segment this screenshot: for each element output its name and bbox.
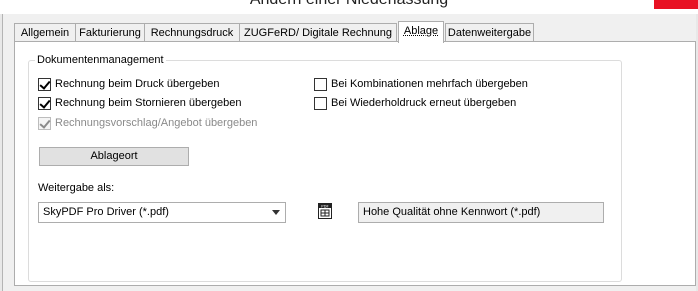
tab-datenweitergabe[interactable]: Datenweitergabe — [445, 23, 534, 42]
checkbox-row-vorschlag: Rechnungsvorschlag/Angebot übergeben — [38, 116, 257, 130]
checkbox-stornieren-label: Rechnung beim Stornieren übergeben — [55, 97, 242, 109]
group-title: Dokumentenmanagement — [35, 54, 166, 66]
ablageort-button[interactable]: Ablageort — [39, 147, 189, 166]
pdf-driver-select[interactable]: SkyPDF Pro Driver (*.pdf) — [38, 202, 286, 223]
pdf-driver-select-value: SkyPDF Pro Driver (*.pdf) — [43, 206, 169, 218]
svg-text:PDF: PDF — [321, 203, 328, 208]
title-bar: Ändern einer Niederlassung — [0, 0, 698, 14]
window-left-edge — [0, 14, 3, 291]
checkbox-kombinationen[interactable] — [314, 77, 327, 91]
checkbox-wiederholdruck[interactable] — [314, 96, 327, 110]
tab-fakturierung[interactable]: Fakturierung — [75, 23, 145, 42]
checkbox-row-druck[interactable]: Rechnung beim Druck übergeben — [38, 77, 220, 91]
checkbox-row-stornieren[interactable]: Rechnung beim Stornieren übergeben — [38, 96, 242, 110]
tab-panel-ablage: Dokumentenmanagement Rechnung beim Druck… — [14, 41, 696, 286]
dokumentenmanagement-group: Rechnung beim Druck übergeben Rechnung b… — [28, 60, 622, 282]
checkbox-vorschlag-label: Rechnungsvorschlag/Angebot übergeben — [55, 117, 258, 129]
checkbox-kombinationen-label: Bei Kombinationen mehrfach übergeben — [331, 78, 528, 90]
window-title: Ändern einer Niederlassung — [0, 0, 698, 9]
tab-allgemein[interactable]: Allgemein — [14, 23, 76, 42]
checkbox-druck-label: Rechnung beim Druck übergeben — [55, 78, 220, 90]
chevron-down-icon — [272, 210, 280, 215]
checkbox-vorschlag — [38, 116, 51, 130]
checkbox-row-kombinationen[interactable]: Bei Kombinationen mehrfach übergeben — [314, 77, 528, 91]
checkbox-row-wiederholdruck[interactable]: Bei Wiederholdruck erneut übergeben — [314, 96, 516, 110]
close-button[interactable] — [654, 0, 698, 9]
pdf-settings-icon[interactable]: PDF — [318, 203, 332, 219]
tab-ablage[interactable]: Ablage — [398, 21, 444, 43]
tab-rechnungsdruck[interactable]: Rechnungsdruck — [144, 23, 240, 42]
checkbox-druck[interactable] — [38, 77, 51, 91]
checkbox-wiederholdruck-label: Bei Wiederholdruck erneut übergeben — [331, 97, 517, 109]
pdf-profile-field[interactable]: Hohe Qualität ohne Kennwort (*.pdf) — [358, 202, 604, 223]
checkbox-stornieren[interactable] — [38, 96, 51, 110]
tab-zugferd[interactable]: ZUGFeRD/ Digitale Rechnung — [239, 23, 397, 42]
weitergabe-label: Weitergabe als: — [38, 182, 115, 194]
